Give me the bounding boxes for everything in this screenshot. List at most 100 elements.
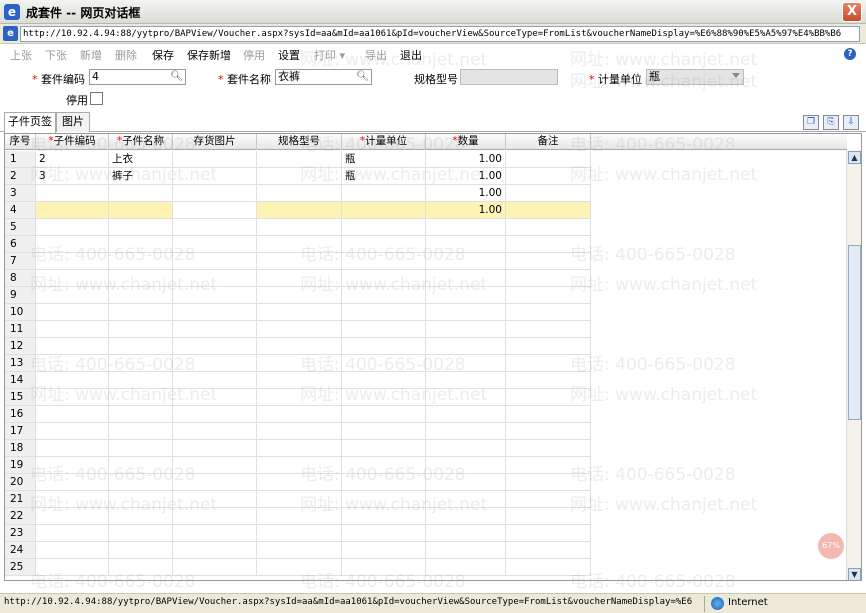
table-cell[interactable]: 瓶 [342,168,426,185]
table-cell[interactable] [506,406,591,423]
table-cell[interactable] [173,355,257,372]
close-button[interactable]: X [842,2,862,22]
table-cell[interactable] [173,372,257,389]
column-header[interactable]: *子件名称 [109,134,173,150]
table-cell[interactable] [36,236,109,253]
tab-images[interactable]: 图片 [56,112,90,132]
table-cell[interactable] [173,185,257,202]
table-cell[interactable] [426,253,506,270]
table-cell[interactable] [506,219,591,236]
table-cell[interactable] [342,253,426,270]
table-cell[interactable] [426,355,506,372]
table-cell[interactable]: 1.00 [426,168,506,185]
table-cell[interactable] [257,525,342,542]
table-cell[interactable] [257,491,342,508]
table-cell[interactable] [109,457,173,474]
scroll-thumb[interactable] [848,245,861,420]
table-cell[interactable] [426,304,506,321]
column-header[interactable]: 备注 [506,134,591,150]
table-cell[interactable] [36,406,109,423]
table-cell[interactable] [173,202,257,219]
table-cell[interactable] [36,253,109,270]
table-cell[interactable] [342,559,426,576]
table-row[interactable]: 4 1.00 [5,202,591,219]
table-cell[interactable] [173,168,257,185]
table-cell[interactable] [257,321,342,338]
table-cell[interactable] [257,185,342,202]
table-cell[interactable] [506,525,591,542]
copy-icon[interactable]: ❐ [803,115,819,130]
table-cell[interactable] [173,423,257,440]
table-cell[interactable] [173,525,257,542]
table-cell[interactable] [173,304,257,321]
table-cell[interactable] [426,372,506,389]
table-cell[interactable] [426,406,506,423]
table-cell[interactable] [173,321,257,338]
table-cell[interactable] [342,457,426,474]
table-cell[interactable] [257,270,342,287]
table-cell[interactable] [426,338,506,355]
table-cell[interactable] [342,304,426,321]
settings-button[interactable]: 设置 [278,47,300,63]
table-cell[interactable] [506,338,591,355]
table-cell[interactable] [257,440,342,457]
table-row[interactable]: 15 [5,389,591,406]
table-row[interactable]: 1 2 上衣 瓶 1.00 [5,151,591,168]
table-cell[interactable] [506,372,591,389]
table-cell[interactable] [109,508,173,525]
table-cell[interactable] [342,406,426,423]
disabled-checkbox[interactable] [90,92,103,105]
column-header[interactable]: *子件编码 [36,134,109,150]
table-row[interactable]: 20 [5,474,591,491]
table-row[interactable]: 23 [5,525,591,542]
table-cell[interactable] [342,321,426,338]
exit-button[interactable]: 退出 [400,47,422,63]
table-cell[interactable] [36,559,109,576]
table-row[interactable]: 19 [5,457,591,474]
table-cell[interactable] [36,321,109,338]
table-cell[interactable] [506,321,591,338]
table-cell[interactable] [36,338,109,355]
table-cell[interactable] [426,219,506,236]
table-cell[interactable] [109,202,173,219]
table-cell[interactable] [109,287,173,304]
table-cell[interactable] [109,338,173,355]
table-cell[interactable] [506,253,591,270]
table-cell[interactable] [257,559,342,576]
table-cell[interactable] [342,185,426,202]
paste-icon[interactable]: ⎘ [823,115,839,130]
table-cell[interactable] [426,474,506,491]
table-cell[interactable]: 瓶 [342,151,426,168]
table-cell[interactable] [109,304,173,321]
table-cell[interactable] [36,508,109,525]
table-cell[interactable] [506,491,591,508]
vertical-scrollbar[interactable]: ▲ ▼ [846,150,861,580]
table-cell[interactable] [257,389,342,406]
table-cell[interactable] [342,338,426,355]
name-input[interactable]: 衣裤 🔍︎ [275,69,372,85]
table-cell[interactable] [426,542,506,559]
table-cell[interactable] [36,287,109,304]
table-cell[interactable] [426,525,506,542]
table-row[interactable]: 21 [5,491,591,508]
table-cell[interactable] [257,406,342,423]
table-cell[interactable]: 裤子 [109,168,173,185]
table-row[interactable]: 16 [5,406,591,423]
table-cell[interactable] [109,559,173,576]
table-cell[interactable] [109,474,173,491]
table-cell[interactable] [426,389,506,406]
table-cell[interactable] [506,355,591,372]
table-cell[interactable] [109,406,173,423]
table-cell[interactable] [36,474,109,491]
table-cell[interactable] [36,355,109,372]
table-cell[interactable] [36,389,109,406]
table-cell[interactable] [257,168,342,185]
scroll-down-icon[interactable]: ▼ [848,568,861,580]
table-cell[interactable] [36,440,109,457]
table-row[interactable]: 18 [5,440,591,457]
save-button[interactable]: 保存 [152,47,174,63]
table-cell[interactable] [173,287,257,304]
table-cell[interactable] [506,440,591,457]
table-cell[interactable] [257,151,342,168]
table-cell[interactable] [36,185,109,202]
